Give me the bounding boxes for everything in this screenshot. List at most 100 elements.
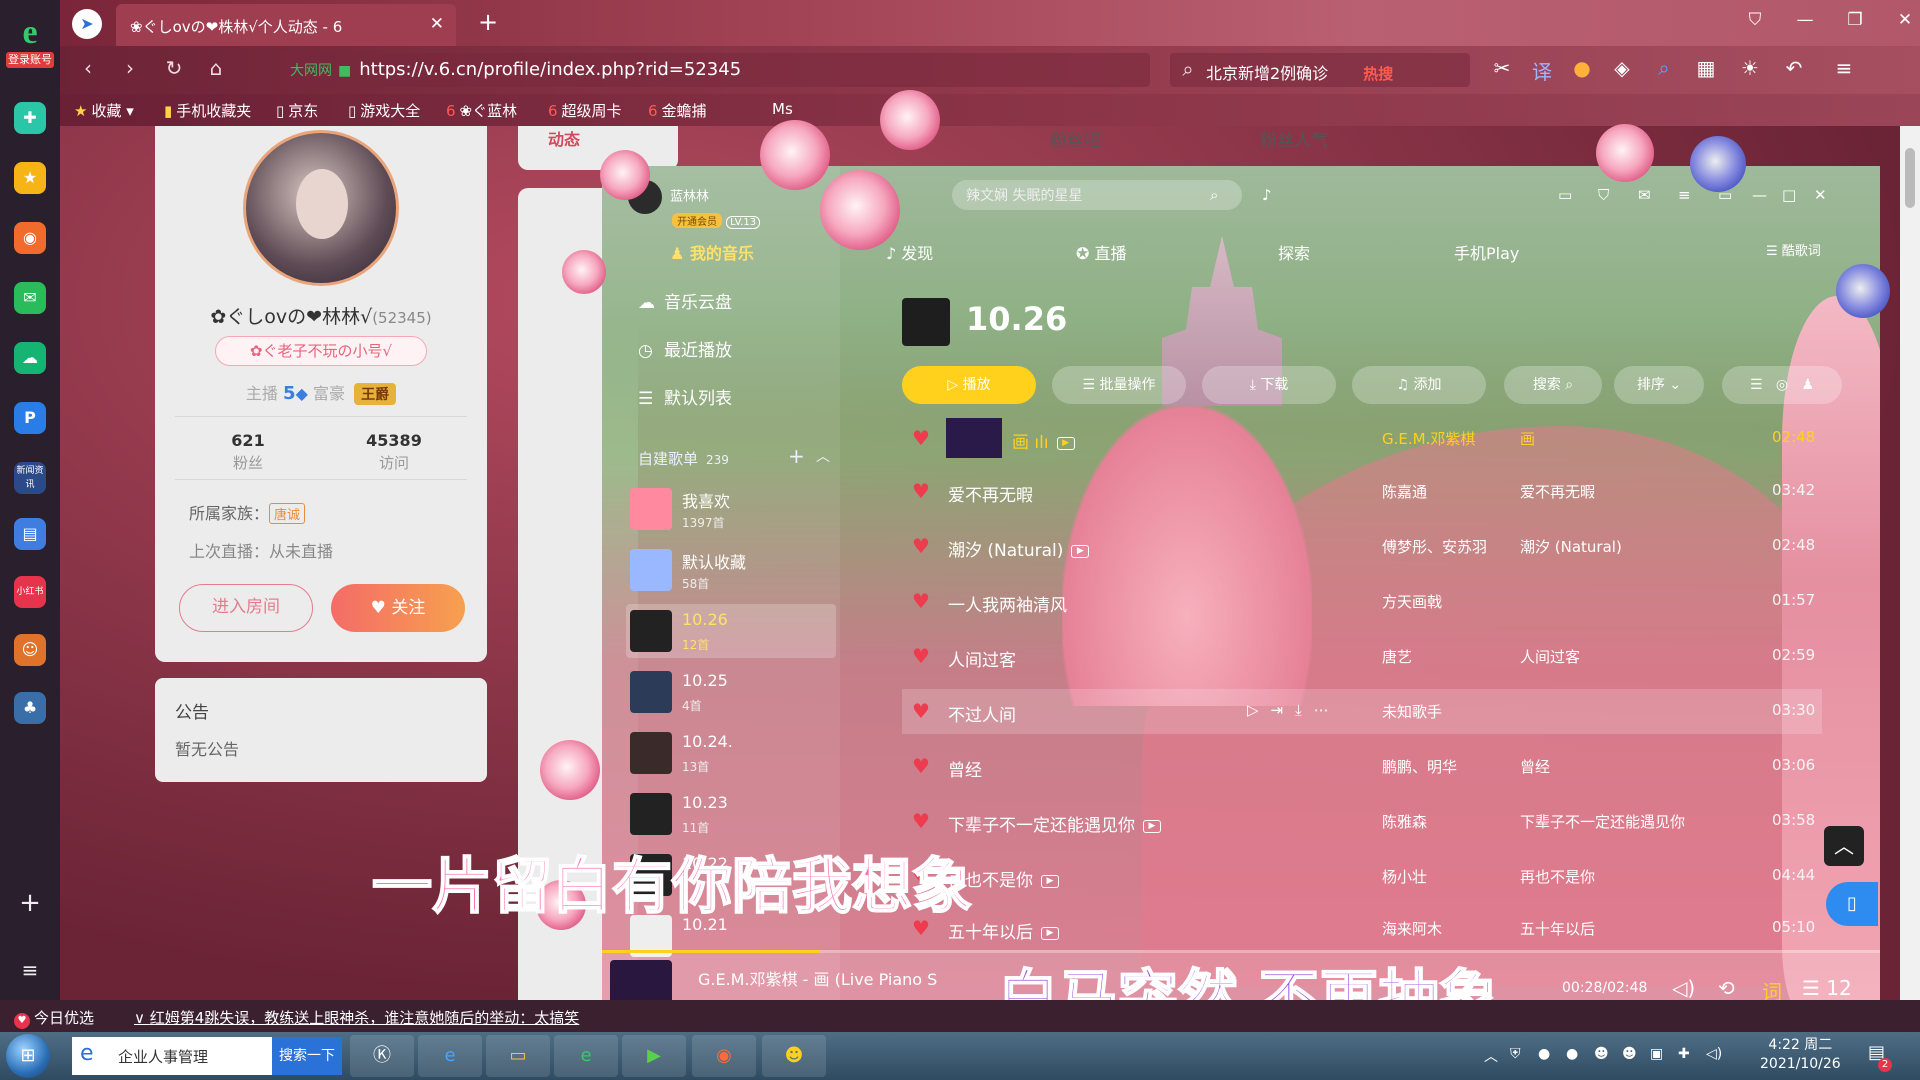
kugou-icon[interactable]: Ⓚ: [350, 1035, 414, 1077]
desktop-lyric-line1[interactable]: 一片留白有你陪我想象: [371, 838, 973, 925]
tab-discover[interactable]: ♪ 发现: [886, 240, 933, 264]
scissors-icon[interactable]: ✂: [1488, 56, 1516, 80]
p-app-icon[interactable]: P: [14, 402, 46, 434]
collapse-icon[interactable]: ︿: [816, 446, 830, 466]
taskbar-search[interactable]: e 企业人事管理 搜索一下: [72, 1037, 342, 1075]
translate-icon[interactable]: 译: [1528, 56, 1556, 85]
tab-live[interactable]: ✪ 直播: [1076, 240, 1127, 264]
target-icon[interactable]: ◎: [1776, 377, 1788, 393]
qq-icon[interactable]: ☻: [1622, 1046, 1637, 1062]
chrome-icon[interactable]: ◉: [692, 1035, 756, 1077]
document-icon[interactable]: ▤: [14, 518, 46, 550]
playlist-item[interactable]: 10.23 11首: [626, 787, 836, 841]
mv-icon[interactable]: ▶: [1071, 544, 1090, 558]
qq-icon[interactable]: ☻: [1594, 1046, 1609, 1062]
browser-logo[interactable]: e 登录账号: [6, 14, 54, 72]
shirt-icon[interactable]: ⛉: [1598, 186, 1609, 204]
user-info[interactable]: 蓝林林 开通会员 LV.13: [628, 180, 761, 229]
bookmark-mobile[interactable]: ▮ 手机收藏夹: [164, 100, 251, 121]
side-cloud-disk[interactable]: ☁ 音乐云盘: [638, 288, 732, 313]
login-label[interactable]: 登录账号: [6, 52, 54, 68]
vip-badge[interactable]: 开通会员: [672, 213, 722, 228]
list-icon[interactable]: ☰: [1750, 377, 1763, 393]
tab-my-music[interactable]: ♟ 我的音乐: [670, 240, 754, 264]
shirt-icon[interactable]: ⛉: [1740, 10, 1770, 30]
close-tab-icon[interactable]: ✕: [430, 14, 444, 34]
tray-expand-icon[interactable]: ︿: [1484, 1046, 1498, 1066]
app-tray-icon[interactable]: ●: [1566, 1046, 1578, 1062]
side-default-list[interactable]: ☰ 默认列表: [638, 384, 732, 409]
hot-search-label[interactable]: 热搜: [1363, 65, 1393, 83]
mv-icon[interactable]: ▶: [1056, 436, 1075, 450]
now-playing-title[interactable]: G.E.M.邓紫棋 - 画 (Live Piano Se: [698, 966, 938, 990]
heart-icon[interactable]: ♥: [912, 809, 930, 833]
menu-icon[interactable]: ≡: [14, 954, 46, 986]
table-row[interactable]: ♥ 一人我两袖清风 方天画戟 01:57: [902, 579, 1822, 624]
network-icon[interactable]: ▣: [1650, 1046, 1663, 1062]
mail-icon[interactable]: ✉: [1638, 186, 1651, 204]
star-icon[interactable]: ★: [14, 162, 46, 194]
forward-icon[interactable]: ›: [116, 56, 144, 80]
news-icon[interactable]: 新闻资讯: [14, 462, 46, 494]
player-search-input[interactable]: 辣文娴 失眠的星星: [952, 180, 1242, 210]
heart-icon[interactable]: ♥: [912, 754, 930, 778]
heart-icon[interactable]: ♥: [912, 699, 930, 723]
tab-fans-bar[interactable]: 粉丝吧: [1050, 126, 1101, 151]
download-button[interactable]: ⤓ 下载: [1202, 366, 1336, 404]
heart-icon[interactable]: ♥: [912, 426, 930, 450]
undo-icon[interactable]: ↶: [1780, 56, 1808, 80]
new-tab-icon[interactable]: +: [478, 8, 498, 36]
search-list-button[interactable]: 搜索 ⌕: [1504, 366, 1602, 404]
reload-icon[interactable]: ↻: [160, 56, 188, 80]
table-row[interactable]: ♥ 再也不是你 ▶ 杨小壮 再也不是你 04:44: [902, 854, 1822, 899]
menu-icon[interactable]: ≡: [1678, 186, 1691, 204]
playlist-item[interactable]: 10.26 12首: [626, 604, 836, 658]
browser-360-icon[interactable]: ●: [1538, 1046, 1550, 1062]
play-icon[interactable]: ▷: [1247, 701, 1271, 719]
plus-cross-icon[interactable]: ✚: [14, 102, 46, 134]
playlist-item[interactable]: 默认收藏 58首: [626, 543, 836, 597]
heart-icon[interactable]: ♥: [912, 644, 930, 668]
table-row[interactable]: ♥ 下辈子不一定还能遇见你 ▶ 陈雅森 下辈子不一定还能遇见你 03:58: [902, 799, 1822, 844]
add-playlist-icon[interactable]: +: [788, 444, 805, 468]
tab-mobile-play[interactable]: 手机Play: [1454, 240, 1519, 264]
bookmark-games[interactable]: ▯ 游戏大全: [348, 100, 420, 121]
start-button[interactable]: ⊞: [6, 1034, 50, 1078]
close-icon[interactable]: ✕: [1814, 186, 1827, 204]
home-icon[interactable]: ⌂: [202, 56, 230, 80]
plus-icon[interactable]: ✚: [1678, 1046, 1690, 1062]
ie-icon[interactable]: e: [418, 1035, 482, 1077]
batch-button[interactable]: ☰ 批量操作: [1052, 366, 1186, 404]
grid-icon[interactable]: ▦: [1692, 56, 1720, 80]
heart-icon[interactable]: ♥: [912, 479, 930, 503]
weibo-icon[interactable]: ◉: [14, 222, 46, 254]
bookmark-weekly[interactable]: 6 超级周卡: [548, 100, 622, 121]
search-icon[interactable]: ⌕: [1210, 186, 1218, 204]
next-play-icon[interactable]: ⇥: [1271, 701, 1296, 719]
follow-button[interactable]: ♥ 关注: [331, 584, 465, 632]
family-tag[interactable]: 唐诚: [269, 503, 306, 524]
menu-icon-browser[interactable]: ≡: [1830, 56, 1858, 80]
qq-icon[interactable]: ☻: [762, 1035, 826, 1077]
heart-icon[interactable]: ♥: [912, 589, 930, 613]
add-button[interactable]: ♫ 添加: [1352, 366, 1486, 404]
view-toggle[interactable]: ☰ ◎ ♟: [1722, 366, 1842, 404]
heart-icon[interactable]: ♥: [912, 534, 930, 558]
tab-fans-list[interactable]: 粉丝人气: [1260, 126, 1328, 151]
cloud-icon[interactable]: ☁: [14, 342, 46, 374]
table-row[interactable]: ♥ 画 ılı ▶ G.E.M.邓紫棋 画 02:48: [902, 416, 1822, 461]
close-window-icon[interactable]: ✕: [1890, 10, 1920, 30]
restore-icon[interactable]: ❐: [1840, 10, 1870, 30]
minimize-icon[interactable]: —: [1790, 10, 1820, 30]
volume-icon[interactable]: ◁): [1706, 1046, 1722, 1062]
today-picks[interactable]: ♥ 今日优选: [14, 1007, 94, 1029]
more-icon[interactable]: ⋯: [1314, 701, 1341, 719]
table-row[interactable]: ♥ 爱不再无暇 陈嘉通 爱不再无暇 03:42: [902, 469, 1822, 514]
table-row[interactable]: ♥ 曾经 鹏鹏、明华 曾经 03:06: [902, 744, 1822, 789]
sun-icon[interactable]: ☀: [1736, 56, 1764, 80]
bookmark-ms[interactable]: Ms: [772, 100, 793, 118]
image-icon[interactable]: 画 ılı: [1012, 433, 1049, 453]
playlist-item[interactable]: 10.25 4首: [626, 665, 836, 719]
folder-icon[interactable]: ▭: [486, 1035, 550, 1077]
maximize-icon[interactable]: □: [1782, 186, 1796, 204]
